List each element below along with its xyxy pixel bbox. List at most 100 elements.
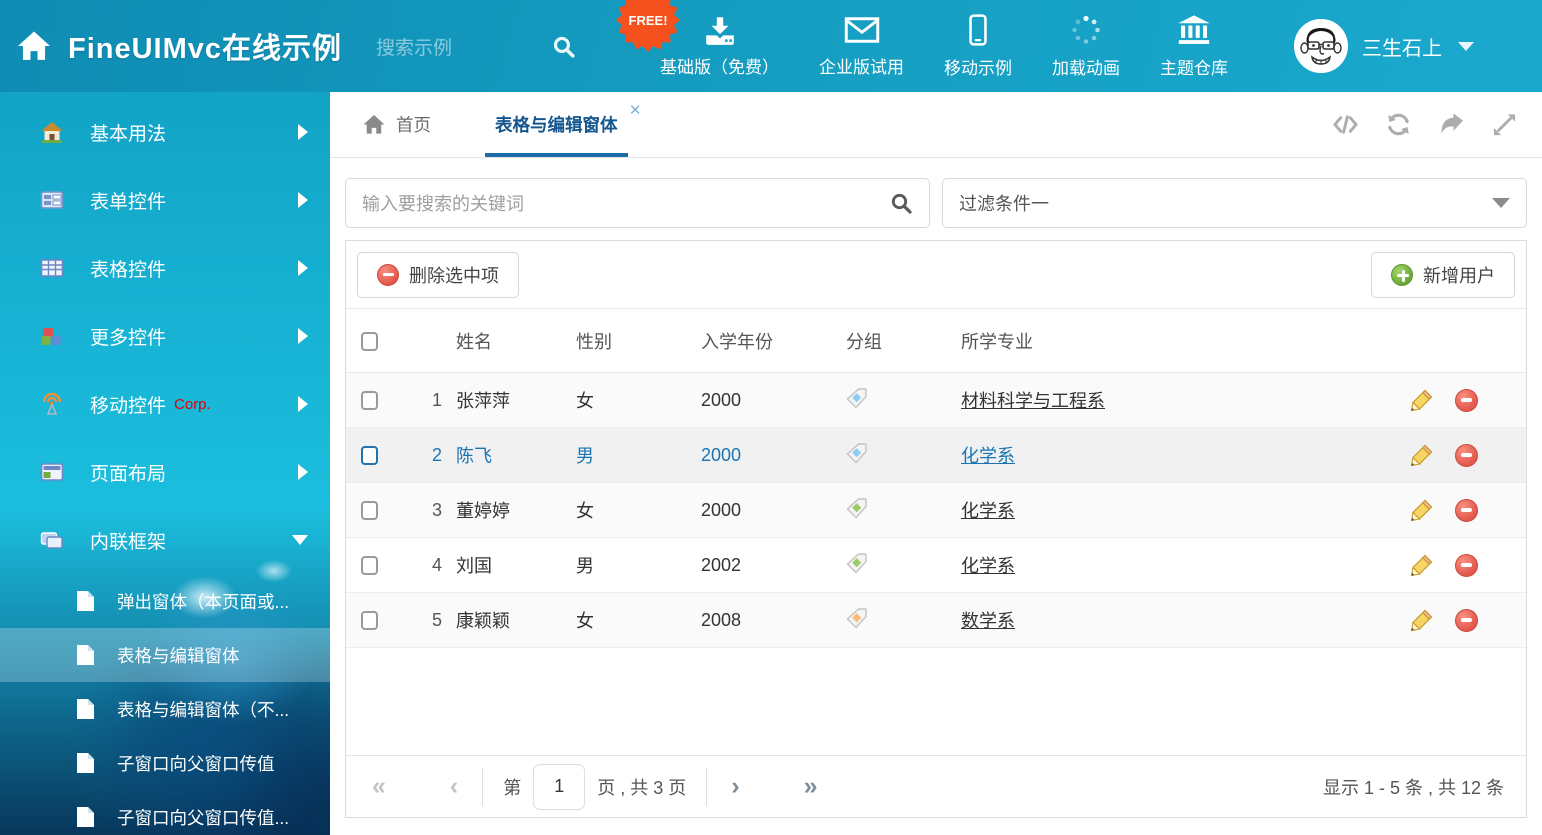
sidebar-item-grid-controls[interactable]: 表格控件 xyxy=(0,234,330,302)
cell-year: 2000 xyxy=(701,445,846,466)
sidebar-item-iframe[interactable]: 内联框架 xyxy=(0,506,330,574)
cubes-icon xyxy=(40,324,64,348)
tag-icon xyxy=(846,442,868,464)
user-name: 三生石上 xyxy=(1362,32,1442,61)
delete-row-icon[interactable] xyxy=(1455,609,1478,632)
home-icon xyxy=(362,114,386,135)
tag-icon xyxy=(846,607,868,629)
cell-gender: 男 xyxy=(576,442,701,468)
refresh-icon[interactable] xyxy=(1385,111,1412,138)
tag-icon xyxy=(846,552,868,574)
nav-item-basic-edition[interactable]: FREE! 基础版（免费） xyxy=(640,0,799,92)
chevron-right-icon xyxy=(298,124,308,140)
home-icon xyxy=(16,30,52,62)
column-header-group[interactable]: 分组 xyxy=(846,328,961,354)
user-menu[interactable]: 三生石上 xyxy=(1294,19,1474,73)
app-logo[interactable]: FineUIMvc在线示例 xyxy=(0,25,342,67)
header-search-placeholder: 搜索示例 xyxy=(376,33,551,60)
sidebar-subitem-child-to-parent-2[interactable]: 子窗口向父窗口传值... xyxy=(0,790,330,835)
sidebar-subitem-popup-window[interactable]: 弹出窗体（本页面或... xyxy=(0,574,330,628)
sidebar-item-more-controls[interactable]: 更多控件 xyxy=(0,302,330,370)
corp-badge: Corp. xyxy=(174,396,211,413)
envelope-icon xyxy=(844,15,880,45)
nav-item-loading-animation[interactable]: 加载动画 xyxy=(1032,0,1140,92)
prev-page-button[interactable]: ‹ xyxy=(446,774,462,799)
edit-pencil-icon[interactable] xyxy=(1410,498,1434,522)
sidebar-item-page-layout[interactable]: 页面布局 xyxy=(0,438,330,506)
major-link[interactable]: 化学系 xyxy=(961,446,1015,466)
add-user-button[interactable]: 新增用户 xyxy=(1371,252,1515,298)
expand-icon[interactable] xyxy=(1491,111,1518,138)
sidebar-subitem-grid-edit-window[interactable]: 表格与编辑窗体 xyxy=(0,628,330,682)
sidebar-subitem-child-to-parent[interactable]: 子窗口向父窗口传值 xyxy=(0,736,330,790)
nav-item-theme-store[interactable]: 主题仓库 xyxy=(1140,0,1248,92)
table-row[interactable]: 2 陈飞 男 2000 化学系 xyxy=(346,428,1526,483)
sidebar-item-mobile-controls[interactable]: 移动控件 Corp. xyxy=(0,370,330,438)
frames-icon xyxy=(40,528,64,552)
cell-year: 2000 xyxy=(701,390,846,411)
header-search[interactable]: 搜索示例 xyxy=(376,33,576,60)
row-checkbox[interactable] xyxy=(361,446,378,465)
delete-row-icon[interactable] xyxy=(1455,444,1478,467)
sidebar-item-basic-usage[interactable]: 基本用法 xyxy=(0,98,330,166)
file-icon xyxy=(76,698,95,720)
filter-dropdown[interactable]: 过滤条件一 xyxy=(942,178,1527,228)
last-page-button[interactable]: » xyxy=(800,774,822,799)
edit-pencil-icon[interactable] xyxy=(1410,553,1434,577)
cell-name: 董婷婷 xyxy=(456,497,576,523)
edit-pencil-icon[interactable] xyxy=(1410,443,1434,467)
search-icon[interactable] xyxy=(551,34,576,59)
table-row[interactable]: 5 康颖颖 女 2008 数学系 xyxy=(346,593,1526,648)
share-icon[interactable] xyxy=(1438,111,1465,138)
chevron-right-icon xyxy=(298,192,308,208)
sidebar-subitem-grid-edit-window-2[interactable]: 表格与编辑窗体（不... xyxy=(0,682,330,736)
major-link[interactable]: 数学系 xyxy=(961,611,1015,631)
close-icon[interactable]: ✕ xyxy=(629,101,642,119)
cell-name: 陈飞 xyxy=(456,442,576,468)
table-icon xyxy=(40,256,64,280)
page-number-input[interactable] xyxy=(533,764,585,810)
nav-item-enterprise-trial[interactable]: 企业版试用 xyxy=(799,0,924,92)
delete-row-icon[interactable] xyxy=(1455,499,1478,522)
edit-pencil-icon[interactable] xyxy=(1410,388,1434,412)
next-page-button[interactable]: › xyxy=(727,774,743,799)
table-row[interactable]: 3 董婷婷 女 2000 化学系 xyxy=(346,483,1526,538)
source-code-icon[interactable] xyxy=(1332,111,1359,138)
app-title: FineUIMvc在线示例 xyxy=(68,25,342,67)
table-row[interactable]: 1 张萍萍 女 2000 材料科学与工程系 xyxy=(346,373,1526,428)
cell-gender: 女 xyxy=(576,387,701,413)
tag-icon xyxy=(846,497,868,519)
row-checkbox[interactable] xyxy=(361,501,378,520)
row-checkbox[interactable] xyxy=(361,611,378,630)
sidebar-item-form-controls[interactable]: 表单控件 xyxy=(0,166,330,234)
delete-row-icon[interactable] xyxy=(1455,554,1478,577)
delete-row-icon[interactable] xyxy=(1455,389,1478,412)
major-link[interactable]: 化学系 xyxy=(961,556,1015,576)
tab-home[interactable]: 首页 xyxy=(358,92,435,157)
nav-item-mobile-demo[interactable]: 移动示例 xyxy=(924,0,1032,92)
record-count-summary: 显示 1 - 5 条 , 共 12 条 xyxy=(1323,774,1504,800)
mobile-icon xyxy=(967,14,989,46)
download-icon xyxy=(703,15,737,45)
column-header-gender[interactable]: 性别 xyxy=(576,328,701,354)
column-header-year[interactable]: 入学年份 xyxy=(701,328,846,354)
antenna-icon xyxy=(40,392,64,416)
major-link[interactable]: 材料科学与工程系 xyxy=(961,391,1105,411)
column-header-name[interactable]: 姓名 xyxy=(456,328,576,354)
select-all-checkbox[interactable] xyxy=(361,332,378,351)
keyword-search-input[interactable]: 输入要搜索的关键词 xyxy=(345,178,930,228)
edit-pencil-icon[interactable] xyxy=(1410,608,1434,632)
search-icon[interactable] xyxy=(889,191,913,215)
first-page-button[interactable]: « xyxy=(368,774,390,799)
tab-grid-edit-window[interactable]: 表格与编辑窗体 ✕ xyxy=(491,92,622,157)
row-checkbox[interactable] xyxy=(361,556,378,575)
major-link[interactable]: 化学系 xyxy=(961,501,1015,521)
users-grid-panel: 删除选中项 新增用户 姓名 性别 入学年份 分组 所学专业 xyxy=(345,240,1527,818)
row-checkbox[interactable] xyxy=(361,391,378,410)
column-header-major[interactable]: 所学专业 xyxy=(961,328,1376,354)
delete-selected-button[interactable]: 删除选中项 xyxy=(357,252,519,298)
app-header: FineUIMvc在线示例 搜索示例 FREE! 基础版（免费） 企业版试用 移… xyxy=(0,0,1542,92)
table-row[interactable]: 4 刘国 男 2002 化学系 xyxy=(346,538,1526,593)
nav-label: 加载动画 xyxy=(1052,54,1120,79)
layout-icon xyxy=(40,460,64,484)
